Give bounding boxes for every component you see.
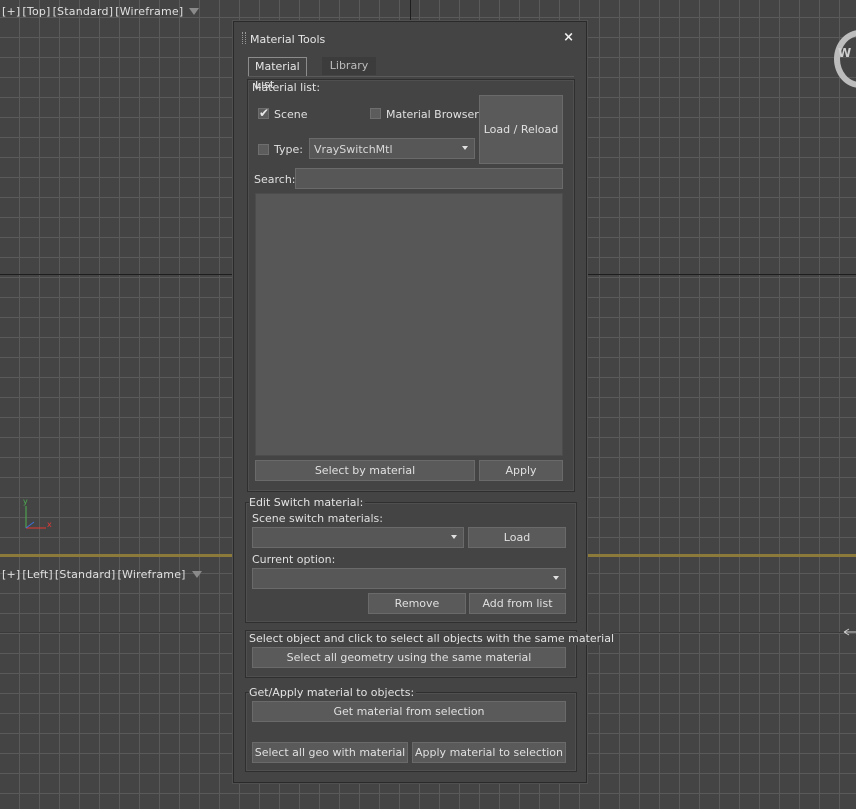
apply-to-selection-button[interactable]: Apply material to selection [412, 742, 566, 763]
tab-divider [248, 76, 574, 77]
axis-gizmo-icon: y x [23, 498, 52, 529]
viewport-shading-standard-left[interactable]: [Standard] [55, 568, 116, 581]
scene-label: Scene [274, 108, 308, 121]
viewport-menu-plus[interactable]: [+] [2, 5, 20, 18]
gizmo-x-label: x [47, 520, 52, 529]
drag-grip-icon[interactable] [242, 32, 246, 44]
chevron-down-icon [462, 146, 468, 150]
tab-material-list[interactable]: Material List [248, 57, 307, 91]
material-browser-label: Material Browser [386, 108, 479, 121]
type-dropdown-value: VraySwitchMtl [314, 143, 393, 156]
gizmo-y-label: y [23, 498, 28, 506]
select-all-geo-button[interactable]: Select all geo with material [252, 742, 408, 763]
check-icon: ✔ [259, 106, 270, 120]
viewport-shading-mode[interactable]: [Wireframe] [115, 5, 183, 18]
type-label: Type: [274, 143, 303, 156]
viewport-view-name-left[interactable]: [Left] [22, 568, 52, 581]
chevron-down-icon [553, 576, 559, 580]
viewport-view-name[interactable]: [Top] [22, 5, 50, 18]
add-from-list-button[interactable]: Add from list [469, 593, 566, 614]
get-material-button[interactable]: Get material from selection [252, 701, 566, 722]
scene-checkbox[interactable]: ✔ [258, 106, 270, 120]
select-all-geometry-button[interactable]: Select all geometry using the same mater… [252, 647, 566, 668]
type-checkbox[interactable] [258, 144, 269, 155]
close-button[interactable]: × [563, 30, 574, 45]
viewport-menu-plus-left[interactable]: [+] [2, 568, 20, 581]
current-option-dropdown[interactable] [252, 568, 566, 589]
material-tools-panel: Material Tools × Material List Library M… [233, 21, 615, 783]
viewport-shading-standard[interactable]: [Standard] [53, 5, 114, 18]
select-same-group-label: Select object and click to select all ob… [249, 632, 615, 645]
get-apply-group-label: Get/Apply material to objects: [249, 686, 417, 699]
panel-titlebar[interactable]: Material Tools × [234, 22, 586, 50]
load-reload-button[interactable]: Load / Reload [479, 95, 563, 164]
panel-title: Material Tools [250, 33, 326, 46]
remove-button[interactable]: Remove [368, 593, 466, 614]
chevron-down-icon [451, 535, 457, 539]
material-list-group-label: Material list: [252, 81, 321, 94]
select-by-material-button[interactable]: Select by material [255, 460, 475, 481]
scene-switch-label: Scene switch materials: [252, 512, 383, 525]
apply-button[interactable]: Apply [479, 460, 563, 481]
tab-library[interactable]: Library [322, 57, 376, 75]
filter-icon[interactable] [189, 7, 200, 15]
material-browser-checkbox[interactable] [370, 108, 381, 119]
viewport-top-label[interactable]: [+] [Top] [Standard] [Wireframe] [2, 5, 200, 18]
current-option-label: Current option: [252, 553, 336, 566]
filter-icon-left[interactable] [191, 570, 202, 578]
material-listbox[interactable] [255, 193, 563, 456]
edit-switch-group-label: Edit Switch material: [249, 496, 366, 509]
type-dropdown[interactable]: VraySwitchMtl [309, 138, 475, 159]
viewport-left-label[interactable]: [+] [Left] [Standard] [Wireframe] [2, 568, 202, 581]
search-input[interactable] [295, 168, 563, 189]
compass-letter: W [838, 46, 852, 60]
object-arrow-icon [843, 628, 856, 636]
viewport-shading-mode-left[interactable]: [Wireframe] [118, 568, 186, 581]
scene-switch-dropdown[interactable] [252, 527, 464, 548]
load-button[interactable]: Load [468, 527, 566, 548]
search-label: Search: [254, 173, 296, 186]
